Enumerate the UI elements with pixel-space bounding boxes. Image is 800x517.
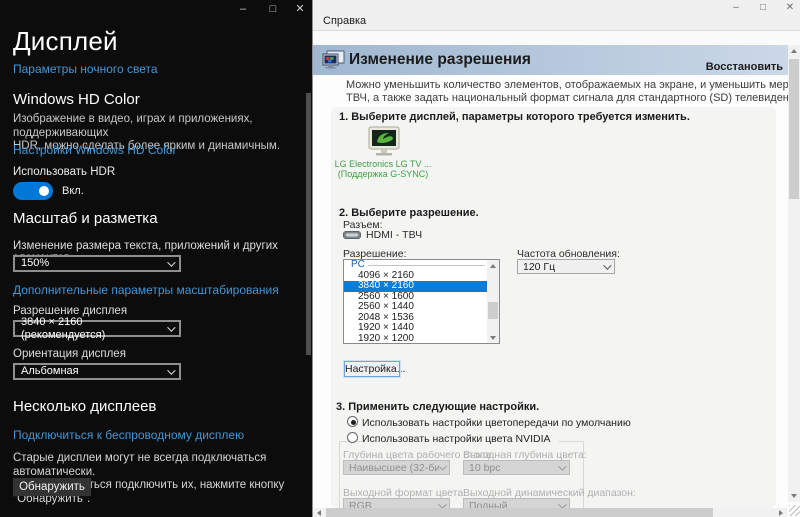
resolution-group-label: PC — [351, 259, 365, 270]
radio-default-color-label: Использовать настройки цветопередачи по … — [362, 417, 631, 429]
output-depth-value: 10 bpc — [469, 462, 501, 474]
screen: – □ ✕ Дисплей Параметры ночного света Wi… — [0, 0, 800, 517]
window-vscrollbar-thumb[interactable] — [789, 59, 799, 199]
hd-color-heading: Windows HD Color — [13, 91, 140, 108]
refresh-rate-select[interactable]: 120 Гц — [517, 259, 615, 274]
page-header-band: Изменение разрешения Восстановить — [313, 45, 789, 75]
chevron-down-icon — [439, 462, 447, 470]
detect-note-line1: Старые дисплеи могут не всегда подключат… — [13, 452, 312, 479]
connector-value: HDMI - ТВЧ — [366, 229, 422, 241]
scale-heading: Масштаб и разметка — [13, 210, 158, 227]
nvidia-page: Изменение разрешения Восстановить Можно … — [313, 45, 800, 517]
chevron-down-icon — [167, 323, 175, 331]
display-name-line1: LG Electronics LG TV ... — [333, 159, 433, 169]
page-title: Изменение разрешения — [349, 51, 531, 69]
step3-heading: 3. Применить следующие настройки. — [336, 401, 539, 413]
scaling-select[interactable]: 150% — [13, 255, 181, 272]
minimize-icon[interactable]: – — [726, 0, 746, 15]
desktop-depth-value: Наивысшее (32-битное) — [349, 462, 439, 474]
scroll-up-icon[interactable] — [788, 45, 800, 57]
close-icon[interactable]: ✕ — [289, 1, 311, 17]
scroll-up-icon[interactable] — [487, 260, 499, 271]
group-rule — [368, 265, 485, 266]
window-vertical-scrollbar[interactable] — [788, 45, 800, 502]
chevron-down-icon — [558, 462, 566, 470]
page-description-line2: ТВЧ, а также задать национальный формат … — [346, 92, 789, 105]
scroll-left-icon[interactable] — [313, 508, 325, 517]
settings-scrollbar-thumb[interactable] — [306, 93, 311, 355]
chevron-down-icon — [167, 366, 175, 374]
display-tile[interactable] — [365, 126, 403, 158]
minimize-icon[interactable]: – — [232, 1, 254, 17]
scroll-right-icon[interactable] — [775, 508, 787, 517]
hdmi-connector-icon — [343, 231, 361, 239]
radio-default-color[interactable] — [347, 416, 358, 427]
resolution-option[interactable]: 2560 × 1440 — [344, 302, 487, 313]
resolution-option-selected[interactable]: 3840 × 2160 — [344, 281, 487, 292]
customize-button[interactable]: Настройка... — [344, 361, 400, 377]
scaling-select-value: 150% — [21, 257, 49, 270]
menu-help[interactable]: Справка — [319, 13, 370, 29]
hdr-toggle-state: Вкл. — [62, 185, 84, 197]
hd-color-settings-link[interactable]: Настройки Windows HD Color — [13, 143, 177, 157]
maximize-icon[interactable]: □ — [262, 1, 284, 17]
change-resolution-icon — [322, 50, 345, 70]
refresh-rate-value: 120 Гц — [523, 261, 555, 273]
radio-nvidia-color-label: Использовать настройки цвета NVIDIA — [362, 433, 559, 445]
list-scrollbar[interactable] — [487, 260, 499, 343]
display-resolution-value: 3840 × 2160 (рекомендуется) — [21, 316, 167, 342]
toolbar-strip — [313, 31, 800, 45]
hdr-toggle[interactable] — [13, 182, 53, 200]
display-resolution-select[interactable]: 3840 × 2160 (рекомендуется) — [13, 320, 181, 337]
detect-button[interactable]: Обнаружить — [13, 478, 91, 496]
page-title: Дисплей — [13, 26, 118, 57]
display-name-line2: (Поддержка G-SYNC) — [333, 169, 433, 179]
resolution-option[interactable]: 1920 × 1440 — [344, 323, 487, 334]
orientation-select[interactable]: Альбомная — [13, 363, 181, 380]
scroll-down-icon[interactable] — [788, 490, 800, 502]
step2-heading: 2. Выберите разрешение. — [339, 207, 479, 219]
advanced-scaling-link[interactable]: Дополнительные параметры масштабирования — [13, 283, 279, 297]
resolution-listbox[interactable]: PC 4096 × 2160 3840 × 2160 2560 × 1600 2… — [343, 259, 500, 344]
monitor-icon — [365, 126, 403, 158]
page-description-line1: Можно уменьшить количество элементов, от… — [346, 79, 789, 92]
resolution-group-header: PC — [344, 260, 487, 271]
desktop-depth-select: Наивысшее (32-битное) — [343, 460, 450, 475]
multiple-displays-heading: Несколько дисплеев — [13, 398, 156, 415]
orientation-value: Альбомная — [21, 365, 79, 378]
settings-window: – □ ✕ Дисплей Параметры ночного света Wi… — [0, 0, 312, 517]
chevron-down-icon — [603, 261, 611, 269]
output-depth-select: 10 bpc — [463, 460, 570, 475]
radio-nvidia-color[interactable] — [347, 432, 358, 443]
scroll-down-icon[interactable] — [487, 332, 499, 343]
restore-button[interactable]: Восстановить — [706, 61, 783, 73]
chevron-down-icon — [167, 258, 175, 266]
maximize-icon[interactable]: □ — [753, 0, 773, 15]
use-hdr-label: Использовать HDR — [13, 166, 115, 178]
hd-color-desc-line1: Изображение в видео, играх и приложениях… — [13, 113, 312, 140]
orientation-label: Ориентация дисплея — [13, 348, 126, 360]
window-horizontal-scrollbar[interactable] — [313, 508, 787, 517]
list-scrollbar-thumb[interactable] — [488, 302, 498, 319]
page-description: Можно уменьшить количество элементов, от… — [346, 79, 789, 107]
nvidia-control-panel-window: – □ ✕ Справка Изменение разрешения В — [312, 0, 800, 517]
display-name[interactable]: LG Electronics LG TV ... (Поддержка G-SY… — [333, 159, 433, 179]
window-hscrollbar-thumb[interactable] — [326, 508, 713, 517]
toggle-knob — [39, 186, 49, 196]
close-icon[interactable]: ✕ — [780, 0, 800, 15]
step1-heading: 1. Выберите дисплей, параметры которого … — [339, 111, 690, 123]
night-light-link[interactable]: Параметры ночного света — [13, 62, 158, 76]
resize-grip[interactable] — [789, 505, 800, 516]
wireless-display-link[interactable]: Подключиться к беспроводному дисплею — [13, 428, 244, 442]
